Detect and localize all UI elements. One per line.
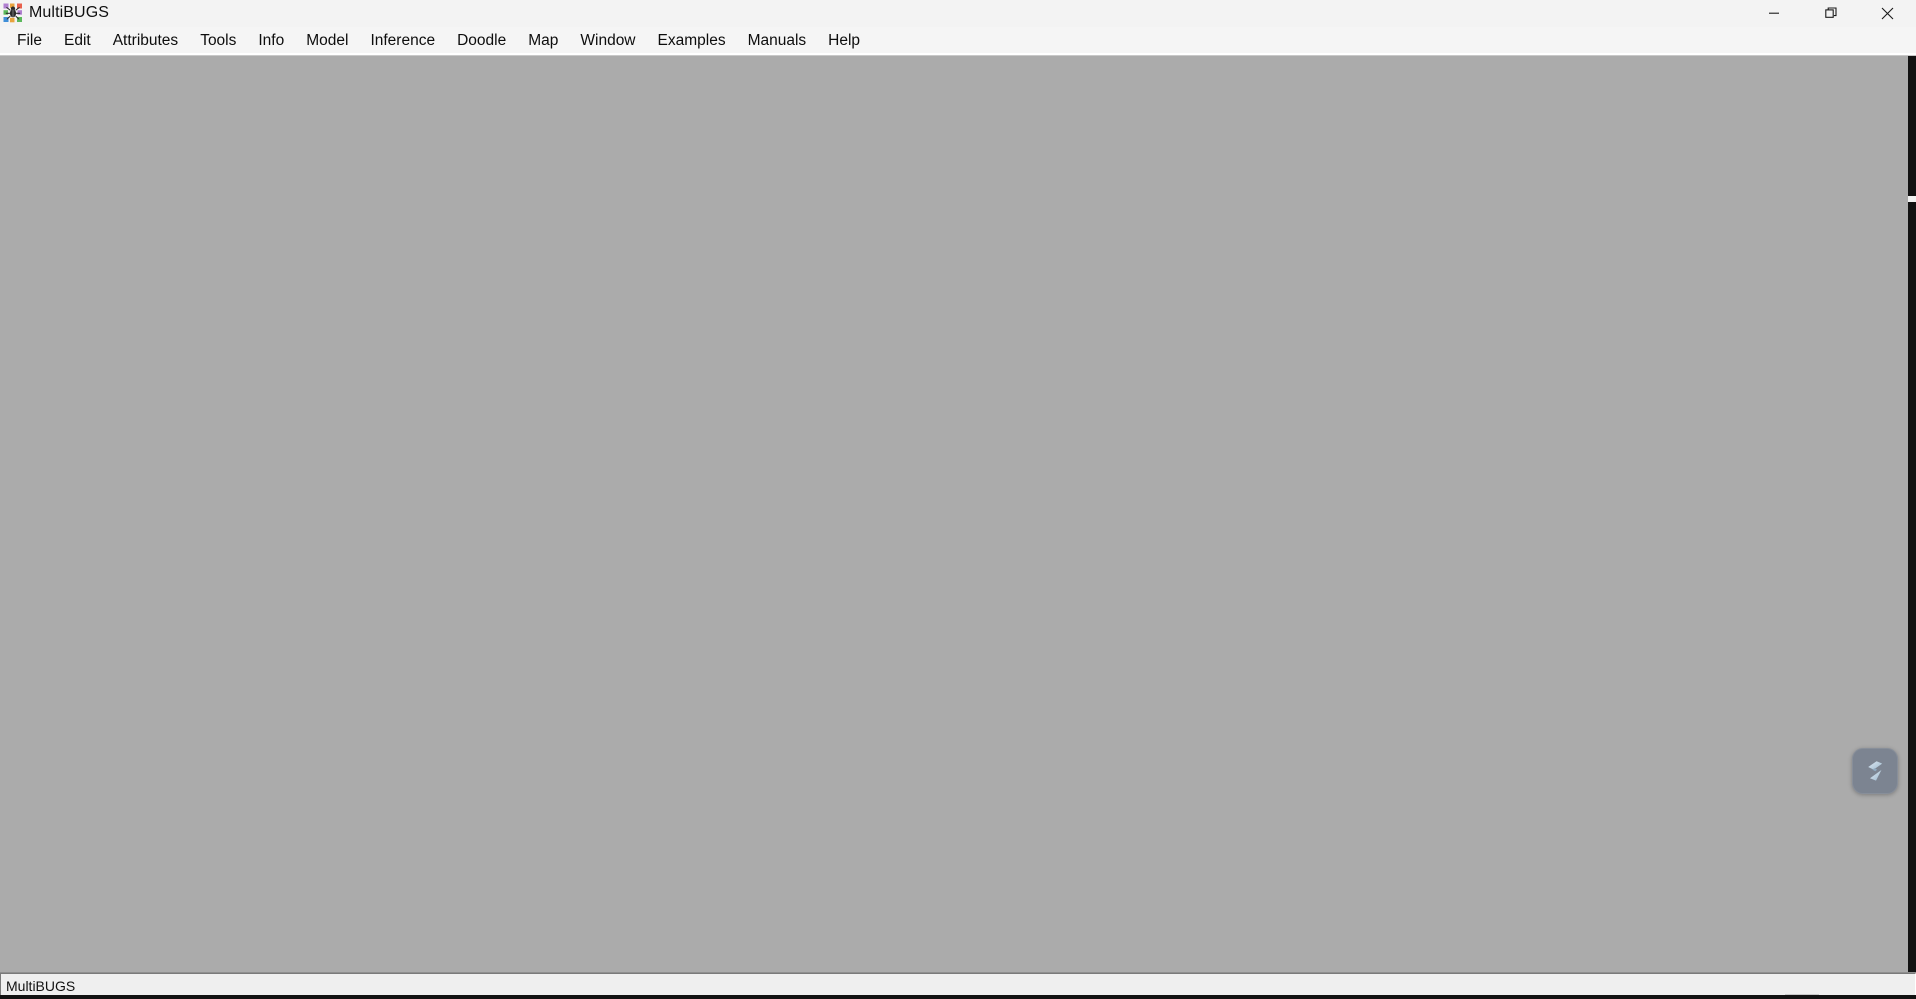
menu-item-examples[interactable]: Examples [647, 29, 737, 54]
assistant-button[interactable] [1852, 748, 1898, 794]
close-button[interactable] [1859, 0, 1916, 26]
window-bottom-edge [0, 995, 1916, 999]
menu-item-inference[interactable]: Inference [359, 29, 446, 54]
menu-item-help[interactable]: Help [817, 29, 871, 54]
bugs-app-icon [3, 3, 23, 23]
window-controls [1745, 0, 1916, 26]
menu-item-window[interactable]: Window [569, 29, 646, 54]
menu-item-file[interactable]: File [6, 29, 53, 54]
menu-bar: File Edit Attributes Tools Info Model In… [0, 27, 1916, 56]
restore-icon [1824, 7, 1837, 18]
menu-item-tools[interactable]: Tools [189, 29, 247, 54]
menu-item-model[interactable]: Model [295, 29, 359, 54]
minimize-icon [1768, 12, 1779, 14]
title-bar: MultiBUGS [0, 0, 1916, 27]
restore-button[interactable] [1802, 0, 1859, 26]
lightning-bolt-icon [1868, 761, 1883, 781]
menu-item-info[interactable]: Info [247, 29, 295, 54]
window-right-edge [1908, 56, 1916, 972]
window-title: MultiBUGS [29, 4, 110, 21]
application-window: MultiBUGS File Edit Attributes Tools Inf… [0, 0, 1916, 999]
menu-item-attributes[interactable]: Attributes [102, 29, 189, 54]
close-icon [1881, 7, 1894, 19]
status-message: MultiBUGS [6, 978, 76, 994]
minimize-button[interactable] [1745, 0, 1802, 26]
workspace-canvas[interactable] [0, 56, 1916, 972]
menu-item-map[interactable]: Map [517, 29, 569, 54]
window-right-edge-gap [1908, 196, 1916, 202]
menu-item-edit[interactable]: Edit [53, 29, 102, 54]
menu-item-manuals[interactable]: Manuals [737, 29, 818, 54]
menu-item-doodle[interactable]: Doodle [446, 29, 517, 54]
client-area [0, 56, 1916, 972]
